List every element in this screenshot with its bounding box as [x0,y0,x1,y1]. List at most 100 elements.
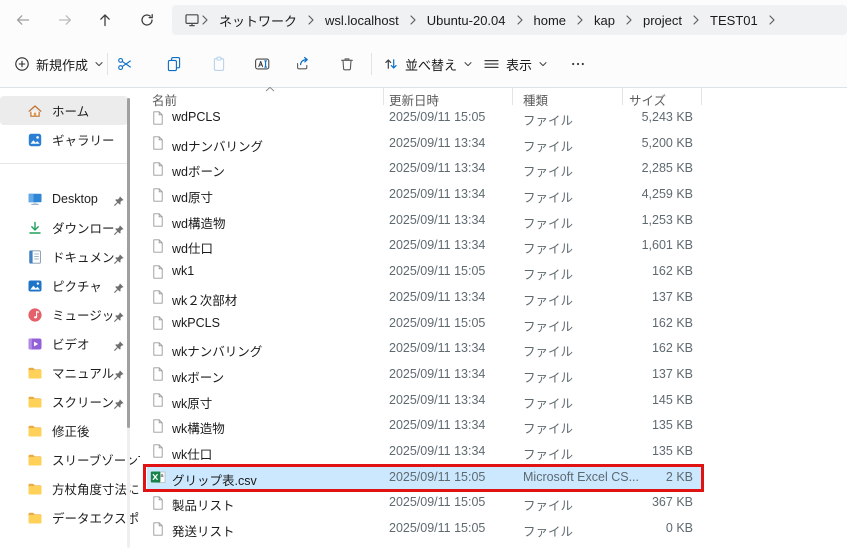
file-size: 135 KB [651,443,693,458]
forward-button[interactable] [50,6,80,34]
file-modified: 2025/09/11 13:34 [389,187,486,202]
monitor-icon [184,12,200,28]
file-row-wkボーン[interactable]: wkボーン 2025/09/11 13:34 ファイル 137 KB [147,362,703,388]
file-size: 5,243 KB [641,110,693,124]
file-type: ファイル [523,345,574,360]
sort-button[interactable]: 並べ替え [377,48,479,80]
breadcrumb-segment[interactable]: ネットワーク [210,7,306,33]
file-type: ファイル [523,216,574,231]
sidebar-item-スリーブゾーンType[interactable]: スリーブゾーンType [0,445,140,474]
breadcrumb-segment[interactable]: project [634,7,691,33]
file-type: ファイル [523,370,574,385]
file-row-wd原寸[interactable]: wd原寸 2025/09/11 13:34 ファイル 4,259 KB [147,182,703,208]
column-divider[interactable] [701,88,702,105]
file-size: 135 KB [651,418,693,433]
column-divider[interactable] [512,88,513,105]
document-icon [27,249,43,265]
sidebar-item-ピクチャ[interactable]: ピクチャ [0,271,140,300]
sidebar-item-ミュージック[interactable]: ミュージック [0,300,140,329]
clipboard-paste-icon [211,56,227,72]
up-button[interactable] [90,6,120,34]
sidebar-item-方杖角度寸法に[interactable]: 方杖角度寸法に [0,474,140,503]
breadcrumb-segment[interactable]: wsl.localhost [316,7,408,33]
pin-icon [111,367,127,383]
chevron-right-icon [516,14,524,26]
file-row-wk２次部材[interactable]: wk２次部材 2025/09/11 13:34 ファイル 137 KB [147,285,703,311]
paste-button[interactable] [201,48,237,80]
file-row-wd仕口[interactable]: wd仕口 2025/09/11 13:34 ファイル 1,601 KB [147,233,703,259]
breadcrumb-segment[interactable]: kap [585,7,624,33]
file-row-wdPCLS[interactable]: wdPCLS 2025/09/11 15:05 ファイル 5,243 KB [147,105,703,131]
folder-icon [27,452,43,468]
file-modified: 2025/09/11 13:34 [389,161,486,176]
sidebar-item-label: ピクチャ [52,280,102,294]
folder-icon [27,510,43,526]
sidebar-item-マニュアル[interactable]: マニュアル [0,358,140,387]
file-modified: 2025/09/11 13:34 [389,392,486,407]
sidebar-item-ダウンロード[interactable]: ダウンロード [0,213,140,242]
chevron-right-icon [307,14,315,26]
sidebar-item-ギャラリー[interactable]: ギャラリー [0,125,140,154]
navigation-bar: ネットワーク wsl.localhost Ubuntu-20.04 home kap pr… [0,0,847,40]
file-icon [150,418,166,434]
more-button[interactable] [560,48,596,80]
file-type: ファイル [523,525,574,539]
sidebar-item-Desktop[interactable]: Desktop [0,184,140,213]
sidebar-item-ホーム[interactable]: ホーム [0,96,128,125]
sidebar-item-label: ドキュメント [52,251,114,265]
file-size: 5,200 KB [641,135,693,150]
file-row-wd構造物[interactable]: wd構造物 2025/09/11 13:34 ファイル 1,253 KB [147,208,703,234]
file-row-wkPCLS[interactable]: wkPCLS 2025/09/11 15:05 ファイル 162 KB [147,311,703,337]
file-icon [150,495,166,511]
column-divider[interactable] [383,88,384,105]
sidebar-item-スクリーンショッ[interactable]: スクリーンショッ [0,387,140,416]
file-name: wdボーン [172,165,225,180]
file-row-wk構造物[interactable]: wk構造物 2025/09/11 13:34 ファイル 135 KB [147,413,703,439]
file-row-wdナンバリング[interactable]: wdナンバリング 2025/09/11 13:34 ファイル 5,200 KB [147,131,703,157]
sidebar-item-データエクスポート[interactable]: データエクスポート [0,503,140,532]
view-button-label: 表示 [506,57,533,73]
cut-button[interactable] [107,48,143,80]
share-button[interactable] [285,48,321,80]
rename-button[interactable] [244,48,280,80]
pin-icon [111,338,127,354]
trash-icon [339,56,355,72]
file-type: ファイル [523,293,574,308]
sidebar-item-修正後[interactable]: 修正後 [0,416,140,445]
file-type: ファイル [523,319,574,334]
new-button[interactable]: 新規作成 [8,48,110,80]
back-button[interactable] [8,6,38,34]
sidebar: ホームギャラリー Desktop ダウンロードドキュメントピクチャミュージックビデ… [0,88,140,550]
file-list-header: 名前 更新日時 種類 サイズ [147,86,703,108]
folder-icon [27,481,43,497]
file-row-製品リスト[interactable]: 製品リスト 2025/09/11 15:05 ファイル 367 KB [147,490,703,516]
refresh-button[interactable] [132,6,162,34]
file-row-wk仕口[interactable]: wk仕口 2025/09/11 13:34 ファイル 135 KB [147,439,703,465]
breadcrumb-segment[interactable]: TEST01 [701,7,767,33]
chevron-right-icon [692,14,700,26]
file-type: ファイル [523,268,574,283]
file-row-wk1[interactable]: wk1 2025/09/11 15:05 ファイル 162 KB [147,259,703,285]
copy-button[interactable] [156,48,192,80]
file-modified: 2025/09/11 13:34 [389,443,486,458]
column-divider[interactable] [622,88,623,105]
chevron-right-icon [625,14,633,26]
file-row-wk原寸[interactable]: wk原寸 2025/09/11 13:34 ファイル 145 KB [147,388,703,414]
file-size: 137 KB [651,366,693,381]
file-icon [150,264,166,280]
breadcrumb-segment[interactable]: home [525,7,576,33]
sidebar-item-ドキュメント[interactable]: ドキュメント [0,242,140,271]
breadcrumb-segment[interactable]: Ubuntu-20.04 [418,7,515,33]
toolbar: 新規作成 並べ替え 表示 [0,40,847,88]
file-row-wdボーン[interactable]: wdボーン 2025/09/11 13:34 ファイル 2,285 KB [147,156,703,182]
file-row-グリップ表.csv[interactable]: a グリップ表.csv 2025/09/11 15:05 Microsoft Exce… [147,464,703,491]
sidebar-scrollbar-thumb[interactable] [127,98,130,428]
sidebar-item-ビデオ[interactable]: ビデオ [0,329,140,358]
sidebar-item-label: ホーム [52,105,90,119]
folder-icon [27,423,43,439]
delete-button[interactable] [329,48,365,80]
view-button[interactable]: 表示 [477,48,554,80]
new-button-label: 新規作成 [36,57,89,73]
file-row-発送リスト[interactable]: 発送リスト 2025/09/11 15:05 ファイル 0 KB [147,516,703,542]
file-row-wkナンバリング[interactable]: wkナンバリング 2025/09/11 13:34 ファイル 162 KB [147,336,703,362]
